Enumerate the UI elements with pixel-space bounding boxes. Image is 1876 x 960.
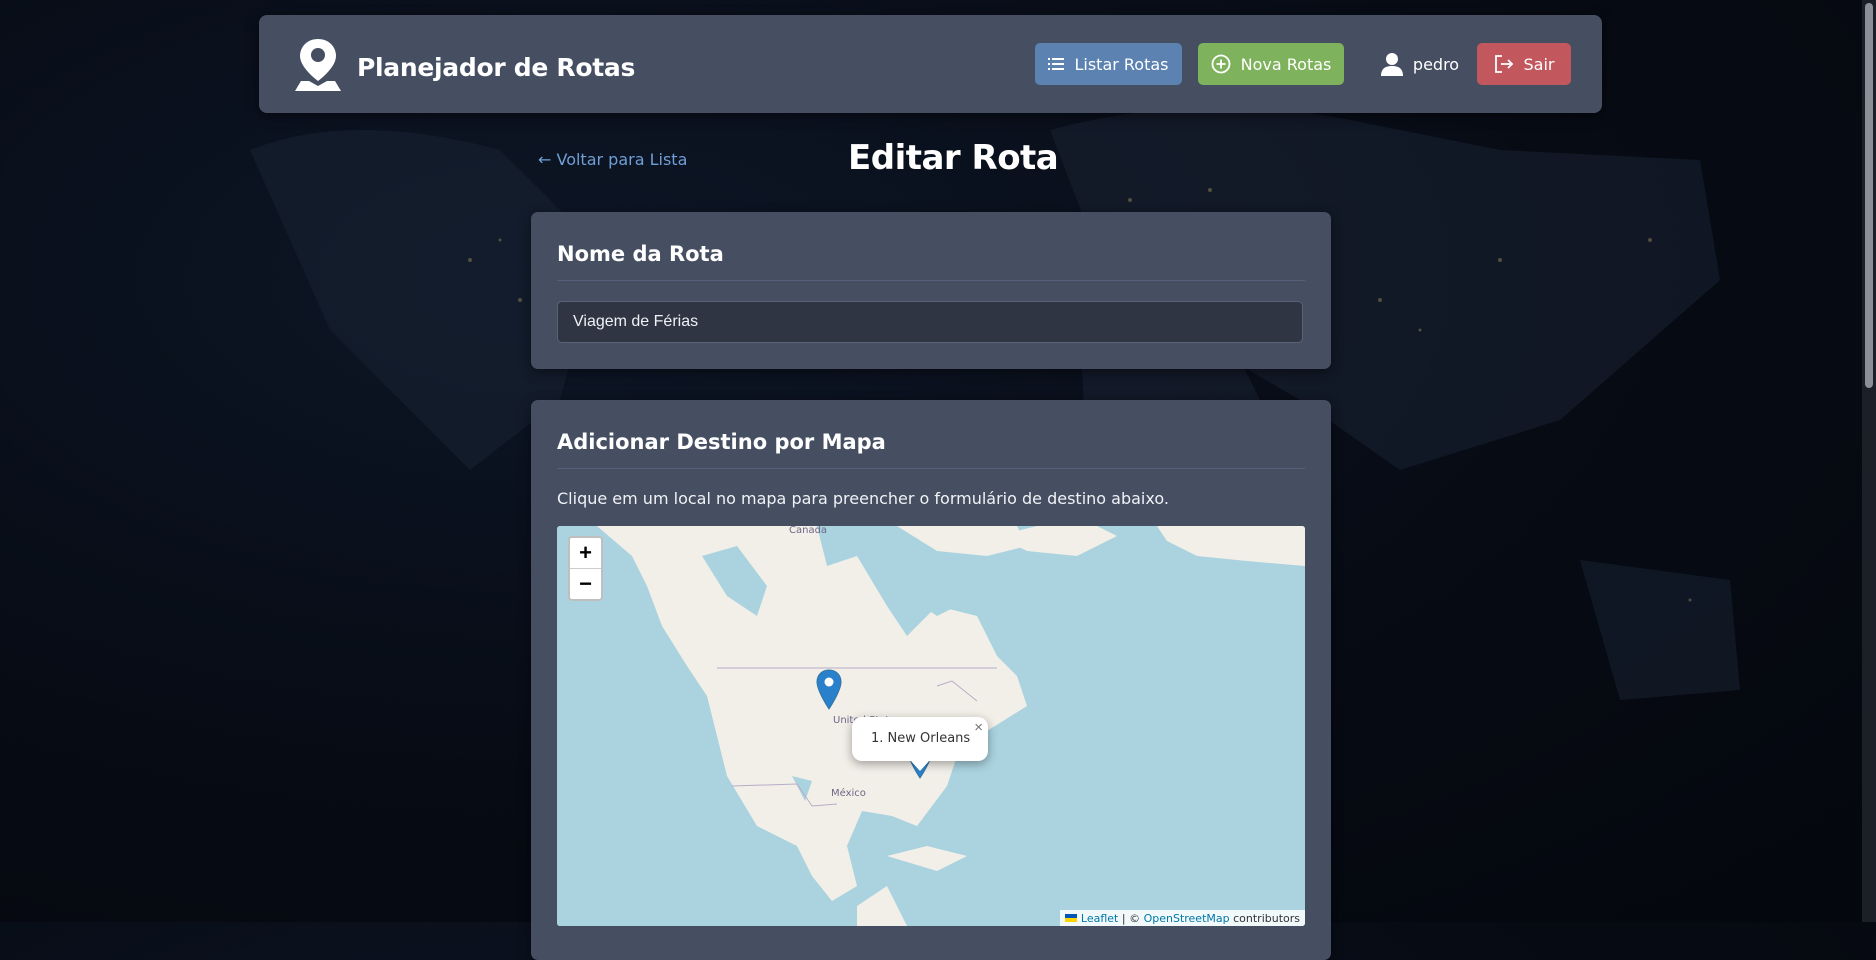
logout-button[interactable]: Sair bbox=[1477, 43, 1571, 85]
brand-title: Planejador de Rotas bbox=[357, 53, 636, 82]
list-icon bbox=[1048, 57, 1065, 71]
list-routes-label: Listar Rotas bbox=[1074, 54, 1169, 74]
map-card-title: Adicionar Destino por Mapa bbox=[557, 430, 886, 454]
map-card: Adicionar Destino por Mapa Clique em um … bbox=[531, 400, 1331, 960]
route-name-title: Nome da Rota bbox=[557, 242, 724, 266]
user-menu[interactable]: pedro bbox=[1374, 43, 1466, 85]
user-name: pedro bbox=[1412, 54, 1460, 74]
list-routes-button[interactable]: Listar Rotas bbox=[1035, 43, 1182, 85]
zoom-out-button[interactable]: − bbox=[570, 568, 601, 599]
map[interactable]: + − Canada United States México 1. New O… bbox=[557, 526, 1305, 926]
route-name-card: Nome da Rota bbox=[531, 212, 1331, 369]
map-attribution: Leaflet | © OpenStreetMap contributors bbox=[1059, 910, 1305, 926]
map-marker-icon[interactable] bbox=[816, 669, 842, 710]
map-label-mexico: México bbox=[831, 788, 866, 799]
plus-circle-icon bbox=[1211, 54, 1231, 74]
zoom-control: + − bbox=[568, 536, 603, 601]
map-hint: Clique em um local no mapa para preenche… bbox=[557, 489, 1169, 508]
attribution-separator: | © bbox=[1118, 911, 1144, 925]
leaflet-link[interactable]: Leaflet bbox=[1081, 912, 1118, 925]
map-popup: 1. New Orleans × bbox=[852, 717, 988, 771]
scrollbar-track[interactable] bbox=[1862, 0, 1876, 922]
back-to-list-link[interactable]: ← Voltar para Lista bbox=[538, 150, 687, 169]
new-route-label: Nova Rotas bbox=[1240, 54, 1332, 74]
zoom-in-button[interactable]: + bbox=[570, 538, 601, 568]
divider bbox=[557, 280, 1305, 281]
logout-label: Sair bbox=[1523, 54, 1555, 74]
map-label-canada: Canada bbox=[789, 526, 828, 536]
map-pin-icon bbox=[293, 37, 343, 98]
divider bbox=[557, 468, 1305, 469]
new-route-button[interactable]: Nova Rotas bbox=[1198, 43, 1344, 85]
route-name-input[interactable] bbox=[557, 301, 1303, 343]
user-icon bbox=[1380, 52, 1403, 76]
brand[interactable]: Planejador de Rotas bbox=[293, 37, 635, 98]
attribution-suffix: contributors bbox=[1229, 911, 1300, 925]
popup-text: 1. New Orleans bbox=[871, 731, 971, 746]
ukraine-flag-icon bbox=[1064, 914, 1077, 922]
navbar: Planejador de Rotas Listar Rotas Nova Ro… bbox=[259, 15, 1602, 113]
scrollbar-thumb[interactable] bbox=[1865, 3, 1873, 388]
close-icon[interactable]: × bbox=[974, 719, 983, 736]
logout-icon bbox=[1494, 55, 1514, 73]
page-title: Editar Rota bbox=[848, 138, 1059, 178]
openstreetmap-link[interactable]: OpenStreetMap bbox=[1144, 912, 1230, 925]
